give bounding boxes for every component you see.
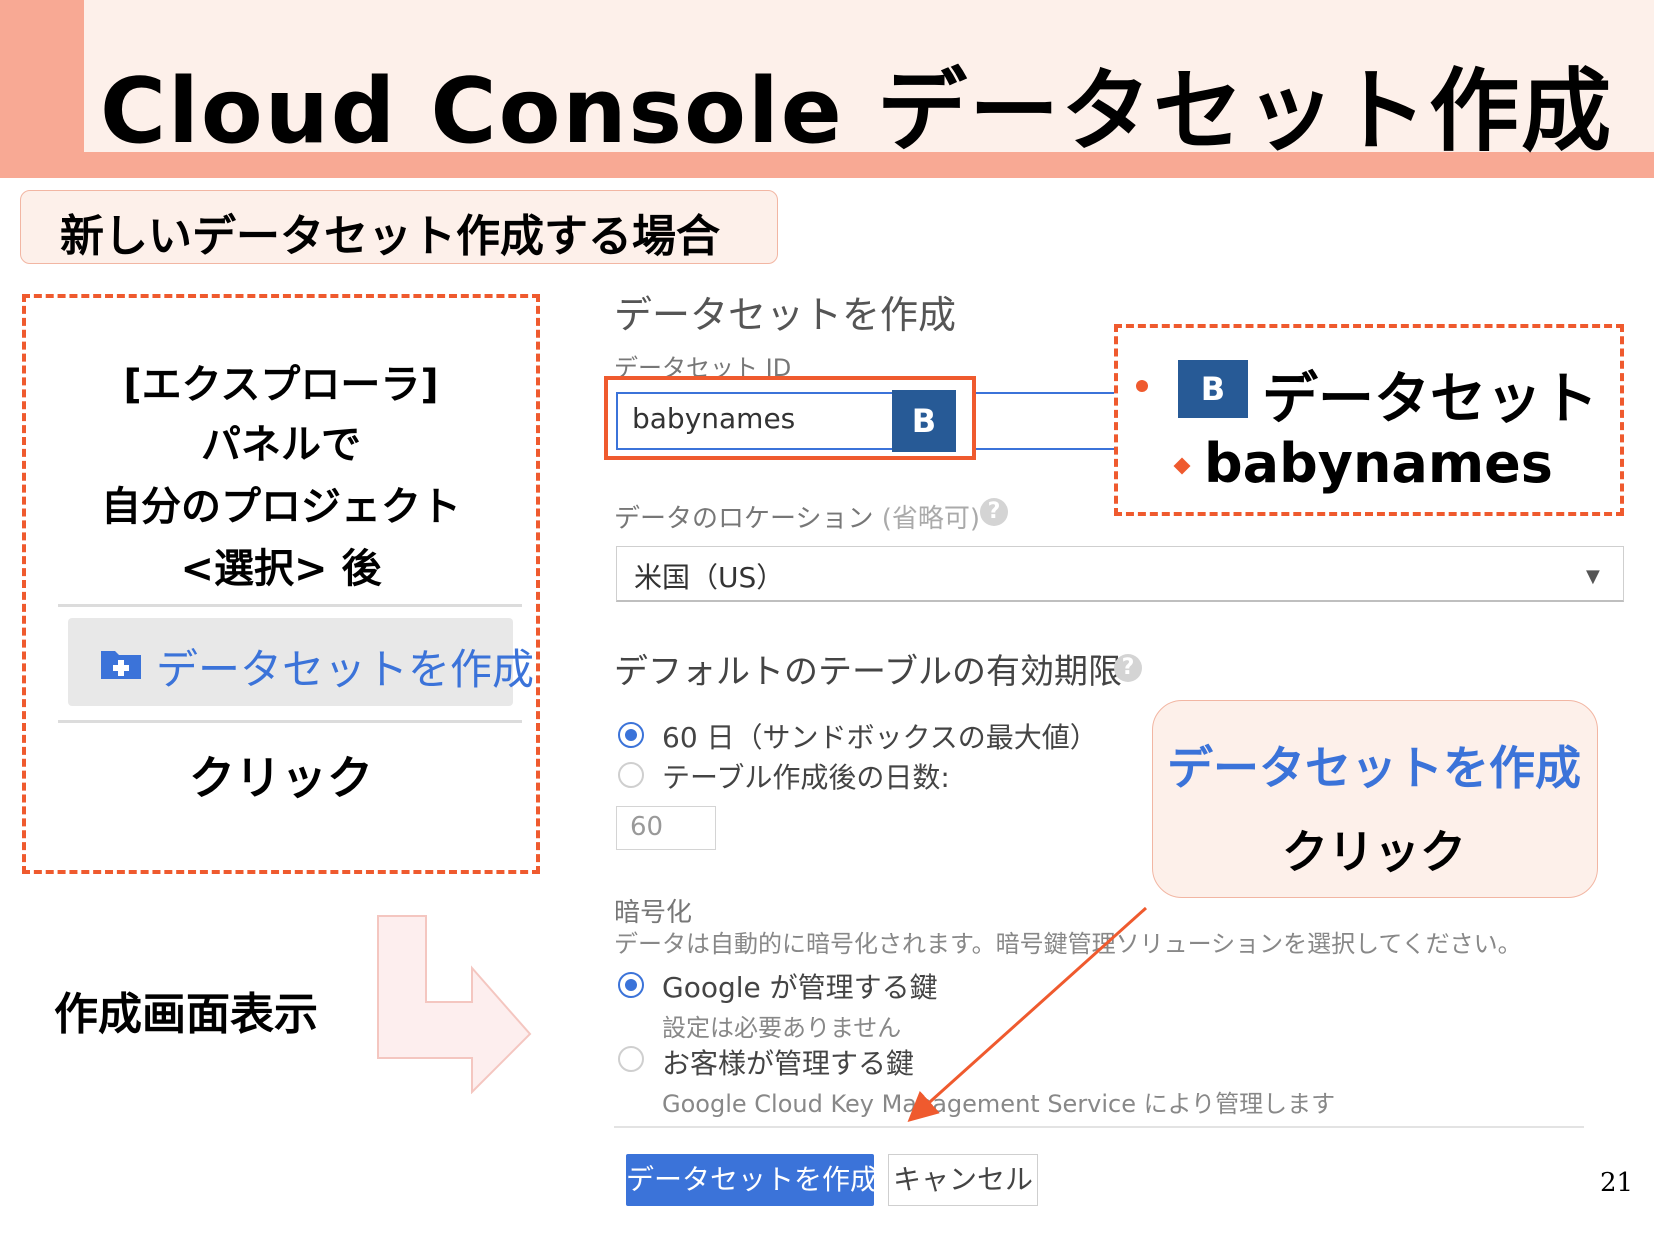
pointer-arrow [907,906,1148,1123]
page-number: 21 [1600,1168,1634,1198]
